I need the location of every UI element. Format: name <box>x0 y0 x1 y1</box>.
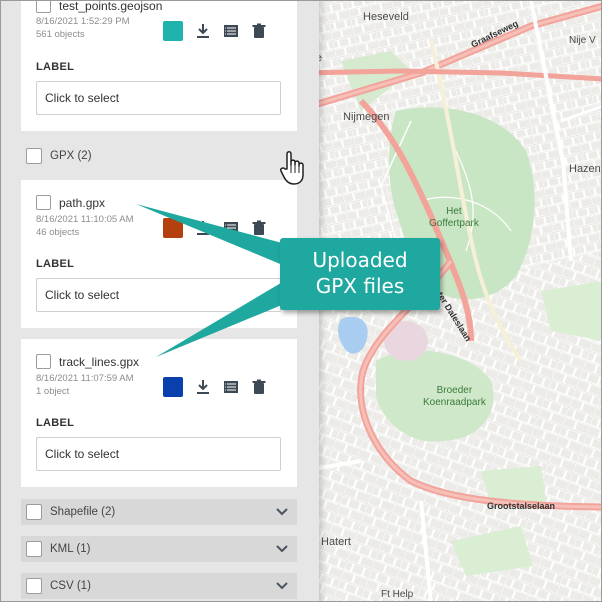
callout-line2: GPX files <box>315 274 405 298</box>
callout-box: Uploaded GPX files <box>280 238 440 310</box>
callout-line1: Uploaded <box>312 248 408 272</box>
screenshot-frame: Heseveld Graafseweg Nije V k de n Nijmeg… <box>0 0 602 602</box>
hand-cursor-icon <box>280 151 304 185</box>
